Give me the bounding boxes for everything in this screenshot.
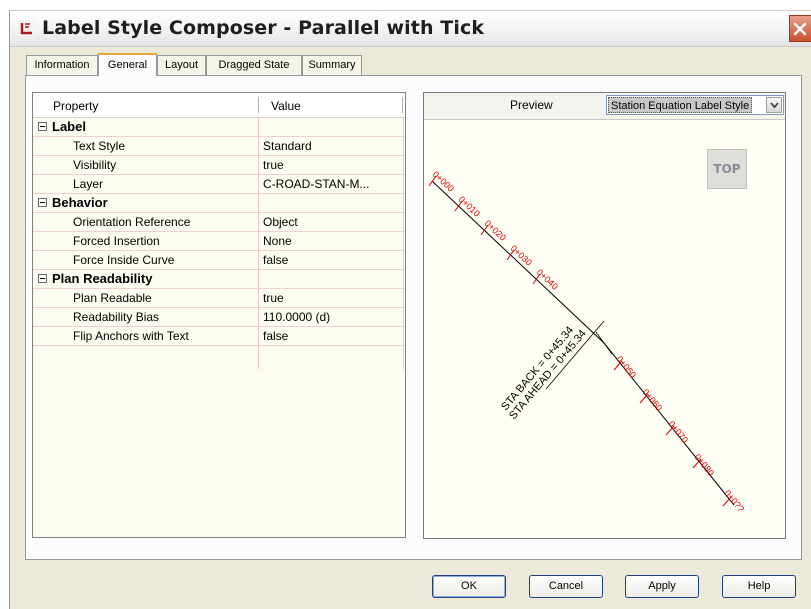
property-row[interactable]: Forced Insertion None (33, 232, 405, 251)
property-name: Readability Bias (73, 310, 160, 324)
group-row-label[interactable]: Label (33, 118, 405, 137)
cancel-button[interactable]: Cancel (529, 575, 603, 598)
property-row[interactable]: Text Style Standard (33, 137, 405, 156)
property-row[interactable]: Layer C-ROAD-STAN-M... (33, 175, 405, 194)
station-label: 0+040 (535, 267, 560, 292)
property-row[interactable]: Force Inside Curve false (33, 251, 405, 270)
chevron-down-icon (770, 102, 779, 109)
property-name: Forced Insertion (73, 234, 160, 248)
property-value[interactable]: true (263, 291, 284, 305)
group-row-behavior[interactable]: Behavior (33, 194, 405, 213)
collapse-icon[interactable] (38, 122, 47, 131)
property-value[interactable]: true (263, 158, 284, 172)
alignment-preview-drawing: 0+000 0+010 0+020 0+030 0+040 0+050 0+06… (428, 169, 746, 514)
window-title: Label Style Composer - Parallel with Tic… (42, 17, 485, 39)
preview-pane: Preview Station Equation Label Style TOP (423, 92, 786, 539)
help-button[interactable]: Help (722, 575, 796, 598)
property-name: Plan Readable (73, 291, 152, 305)
station-label: 0+010 (457, 194, 482, 219)
title-bar: Label Style Composer - Parallel with Tic… (10, 11, 811, 47)
preview-header: Preview Station Equation Label Style (424, 93, 785, 120)
collapse-icon[interactable] (38, 198, 47, 207)
ok-button[interactable]: OK (432, 575, 506, 598)
station-label: 0+030 (509, 243, 534, 268)
header-separator[interactable] (258, 97, 259, 113)
close-button[interactable] (789, 15, 811, 42)
dropdown-button[interactable] (766, 97, 782, 113)
station-label: 0+050 (614, 354, 638, 380)
equation-back-label: STA BACK = 0+45.34 (499, 324, 576, 413)
property-grid[interactable]: Property Value Label Text Style Standard… (32, 92, 406, 538)
property-name: Text Style (73, 139, 126, 153)
property-value[interactable]: None (263, 234, 292, 248)
property-value[interactable]: Standard (263, 139, 312, 153)
group-label: Behavior (52, 195, 108, 210)
tab-dragged-state[interactable]: Dragged State (206, 55, 302, 75)
property-row[interactable]: Flip Anchors with Text false (33, 327, 405, 346)
tab-summary[interactable]: Summary (302, 55, 362, 75)
station-label: 0+060 (640, 387, 664, 413)
station-label: 0+000 (431, 169, 456, 194)
equation-ahead-label: STA AHEAD = 0+45.34 (507, 328, 589, 422)
property-row[interactable]: Orientation Reference Object (33, 213, 405, 232)
group-label: Plan Readability (52, 271, 153, 286)
app-icon (19, 20, 35, 36)
property-name: Flip Anchors with Text (73, 329, 189, 343)
group-label: Label (52, 119, 86, 134)
equation-tick (595, 331, 613, 355)
close-icon (793, 22, 807, 36)
property-row[interactable]: Plan Readable true (33, 289, 405, 308)
property-value[interactable]: Object (263, 215, 298, 229)
collapse-icon[interactable] (38, 274, 47, 283)
property-value[interactable]: C-ROAD-STAN-M... (263, 177, 369, 191)
preview-label: Preview (510, 98, 553, 112)
label-style-select-value[interactable]: Station Equation Label Style (608, 97, 753, 113)
property-name: Orientation Reference (73, 215, 191, 229)
group-row-plan-readability[interactable]: Plan Readability (33, 270, 405, 289)
property-row[interactable]: Readability Bias 110.0000 (d) (33, 308, 405, 327)
property-value[interactable]: false (263, 253, 288, 267)
alignment-line (431, 180, 735, 506)
property-name: Force Inside Curve (73, 253, 175, 267)
header-value[interactable]: Value (271, 99, 301, 113)
station-label: 0+020 (483, 218, 508, 243)
property-row[interactable]: Visibility true (33, 156, 405, 175)
header-separator (402, 97, 403, 113)
station-label: 0+0?? (722, 488, 746, 514)
tab-information[interactable]: Information (26, 55, 98, 75)
tab-general[interactable]: General (98, 53, 157, 76)
tab-layout[interactable]: Layout (157, 55, 206, 75)
label-style-select[interactable]: Station Equation Label Style (606, 95, 784, 115)
station-label: 0+070 (666, 419, 690, 445)
property-name: Visibility (73, 158, 117, 172)
property-name: Layer (73, 177, 104, 191)
property-value[interactable]: 110.0000 (d) (263, 310, 330, 324)
property-value[interactable]: false (263, 329, 288, 343)
apply-button[interactable]: Apply (625, 575, 699, 598)
grid-header: Property Value (33, 93, 405, 118)
header-property[interactable]: Property (53, 99, 98, 113)
